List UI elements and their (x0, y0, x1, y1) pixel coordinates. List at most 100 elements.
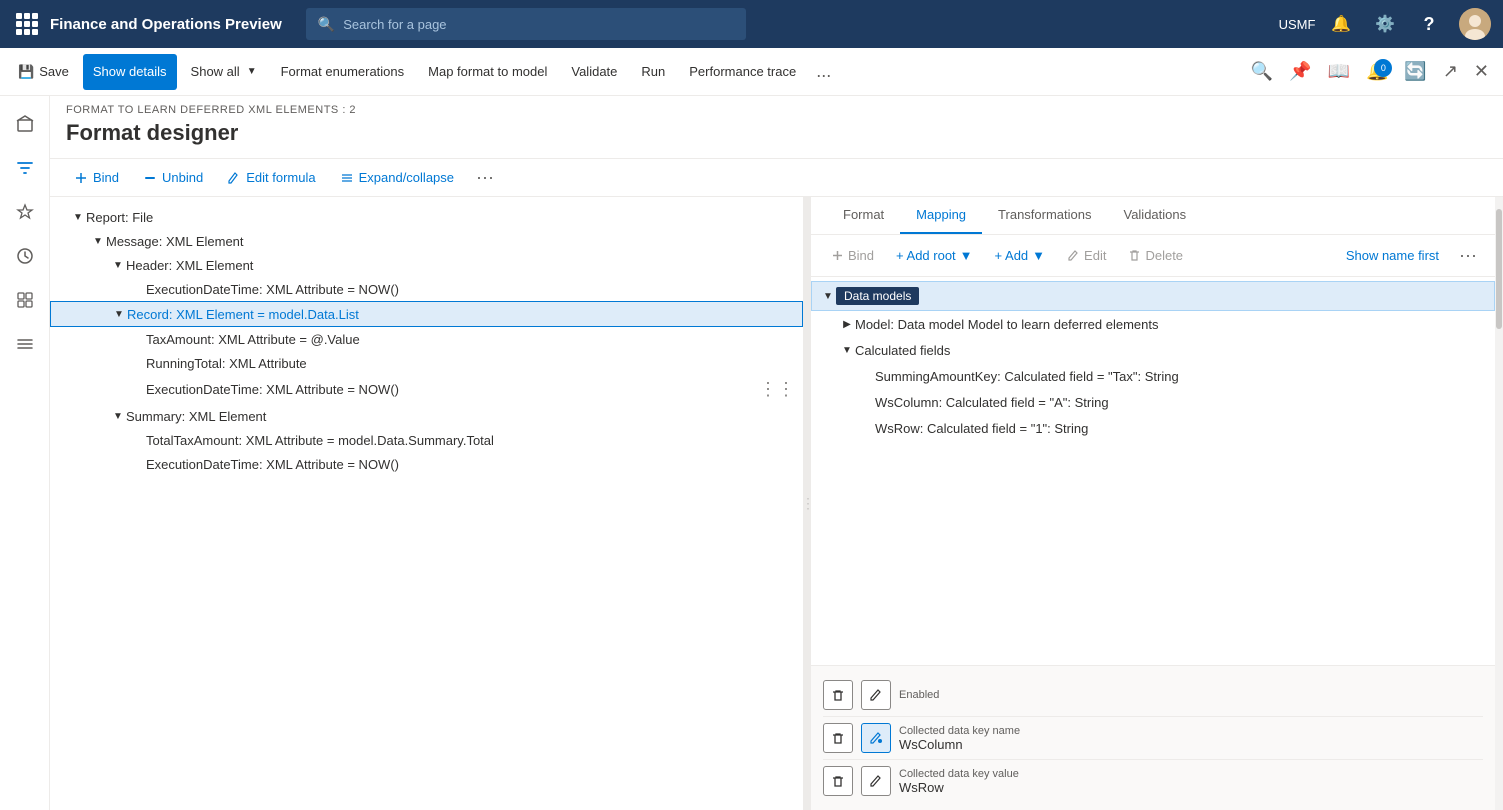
badge-container: 🔔 0 (1360, 57, 1394, 86)
prop-delete-key-name[interactable] (823, 723, 853, 753)
tree-item[interactable]: ▼ Header: XML Element (50, 253, 803, 277)
validate-button[interactable]: Validate (561, 54, 627, 90)
mapping-pane: Format Mapping Transformations Validatio… (811, 197, 1495, 810)
edit-formula-icon (227, 171, 241, 185)
delete-prop-icon (831, 774, 845, 788)
tree-item[interactable]: ▼ Report: File (50, 205, 803, 229)
bind-action[interactable]: Bind (66, 166, 127, 189)
mapping-bind-button[interactable]: Bind (823, 244, 882, 267)
tree-item[interactable]: TotalTaxAmount: XML Attribute = model.Da… (50, 428, 803, 452)
prop-row-key-name: Collected data key name WsColumn (823, 717, 1483, 760)
content-area: FORMAT TO LEARN DEFERRED XML ELEMENTS : … (50, 96, 1503, 810)
prop-delete-enabled[interactable] (823, 680, 853, 710)
edit-active-icon (869, 731, 883, 745)
tree-item-selected[interactable]: ▼ Record: XML Element = model.Data.List (50, 301, 803, 327)
help-icon[interactable]: ? (1415, 10, 1443, 38)
add-button[interactable]: + Add ▼ (987, 244, 1054, 267)
prop-edit-key-value[interactable] (861, 766, 891, 796)
filter-more-button[interactable]: ··· (470, 165, 500, 190)
show-name-first-button[interactable]: Show name first (1338, 244, 1447, 267)
app-grid-button[interactable] (12, 9, 42, 39)
search-icon: 🔍 (318, 16, 335, 33)
show-all-button[interactable]: Show all ▼ (181, 54, 267, 90)
show-details-button[interactable]: Show details (83, 54, 177, 90)
properties-panel: Enabled (811, 665, 1495, 810)
pinned-icon[interactable]: 📌 (1283, 57, 1317, 86)
model-toggle (859, 394, 875, 410)
edit-prop-icon (869, 774, 883, 788)
edit-formula-action[interactable]: Edit formula (219, 166, 323, 189)
model-item-wsrow[interactable]: WsRow: Calculated field = "1": String (811, 415, 1495, 441)
tree-item[interactable]: ExecutionDateTime: XML Attribute = NOW() (50, 277, 803, 301)
tree-item[interactable]: ▼ Message: XML Element (50, 229, 803, 253)
tree-toggle (130, 355, 146, 371)
bind-icon (74, 171, 88, 185)
add-root-button[interactable]: + Add root ▼ (888, 244, 981, 267)
model-item-calculated-fields[interactable]: ▼ Calculated fields (811, 337, 1495, 363)
tree-toggle: ▼ (111, 306, 127, 322)
tree-toggle: ▼ (110, 408, 126, 424)
main-toolbar: 💾 Save Show details Show all ▼ Format en… (0, 48, 1503, 96)
mapping-bind-icon (831, 249, 844, 262)
save-button[interactable]: 💾 Save (8, 54, 79, 90)
tree-item[interactable]: RunningTotal: XML Attribute (50, 351, 803, 375)
tree-item[interactable]: TaxAmount: XML Attribute = @.Value (50, 327, 803, 351)
bell-icon[interactable]: 🔔 (1327, 10, 1355, 38)
tree-toggle (130, 331, 146, 347)
prop-label-enabled: Enabled (899, 689, 1483, 701)
mapping-more-button[interactable]: ··· (1453, 243, 1483, 268)
model-tree: ▼ Data models ▶ Model: Data model Model … (811, 277, 1495, 665)
model-item-model[interactable]: ▶ Model: Data model Model to learn defer… (811, 311, 1495, 337)
expand-collapse-action[interactable]: Expand/collapse (332, 166, 462, 189)
scrollbar-thumb[interactable] (1496, 209, 1502, 329)
search-toolbar-icon[interactable]: 🔍 (1245, 57, 1279, 86)
model-toggle: ▶ (839, 316, 855, 332)
prop-value-key-name: WsColumn (899, 737, 1483, 752)
map-format-button[interactable]: Map format to model (418, 54, 557, 90)
model-item-wscolumn[interactable]: WsColumn: Calculated field = "A": String (811, 389, 1495, 415)
sidebar-item-workspaces[interactable] (5, 280, 45, 320)
breadcrumb: FORMAT TO LEARN DEFERRED XML ELEMENTS : … (66, 104, 1487, 116)
delete-prop-icon (831, 731, 845, 745)
edit-button[interactable]: Edit (1059, 244, 1114, 267)
delete-button[interactable]: Delete (1120, 244, 1191, 267)
tab-mapping[interactable]: Mapping (900, 197, 982, 234)
format-enum-button[interactable]: Format enumerations (271, 54, 415, 90)
delete-prop-icon (831, 688, 845, 702)
model-item-data-models[interactable]: ▼ Data models (811, 281, 1495, 311)
search-bar[interactable]: 🔍 (306, 8, 746, 40)
tree-toggle (130, 432, 146, 448)
delete-icon (1128, 249, 1141, 262)
open-new-icon[interactable]: ↗ (1437, 57, 1464, 86)
sidebar-item-menu[interactable] (5, 324, 45, 364)
tab-format[interactable]: Format (827, 197, 900, 234)
sidebar-item-favorites[interactable] (5, 192, 45, 232)
model-item-summing[interactable]: SummingAmountKey: Calculated field = "Ta… (811, 363, 1495, 389)
prop-delete-key-value[interactable] (823, 766, 853, 796)
tree-item[interactable]: ExecutionDateTime: XML Attribute = NOW() (50, 452, 803, 476)
sidebar-item-filter[interactable] (5, 148, 45, 188)
refresh-icon[interactable]: 🔄 (1398, 57, 1432, 86)
perf-trace-button[interactable]: Performance trace (679, 54, 806, 90)
settings-icon[interactable]: ⚙️ (1371, 10, 1399, 38)
run-button[interactable]: Run (631, 54, 675, 90)
avatar[interactable] (1459, 8, 1491, 40)
tree-item[interactable]: ▼ Summary: XML Element (50, 404, 803, 428)
sidebar-item-recent[interactable] (5, 236, 45, 276)
bookmark-icon[interactable]: 📖 (1322, 57, 1356, 86)
show-all-caret: ▼ (247, 66, 257, 77)
add-root-caret: ▼ (960, 248, 973, 263)
search-input[interactable] (343, 17, 734, 32)
close-icon[interactable]: ✕ (1468, 57, 1495, 86)
tree-item[interactable]: ExecutionDateTime: XML Attribute = NOW()… (50, 375, 803, 404)
unbind-action[interactable]: Unbind (135, 166, 211, 189)
tab-validations[interactable]: Validations (1107, 197, 1202, 234)
tab-transformations[interactable]: Transformations (982, 197, 1107, 234)
prop-edit-key-name[interactable] (861, 723, 891, 753)
vertical-scrollbar[interactable] (1495, 197, 1503, 810)
edit-icon (1067, 249, 1080, 262)
prop-edit-enabled[interactable] (861, 680, 891, 710)
sidebar-item-home[interactable] (5, 104, 45, 144)
toolbar-more-button[interactable]: ... (810, 59, 837, 84)
prop-content-key-value: Collected data key value WsRow (899, 768, 1483, 795)
